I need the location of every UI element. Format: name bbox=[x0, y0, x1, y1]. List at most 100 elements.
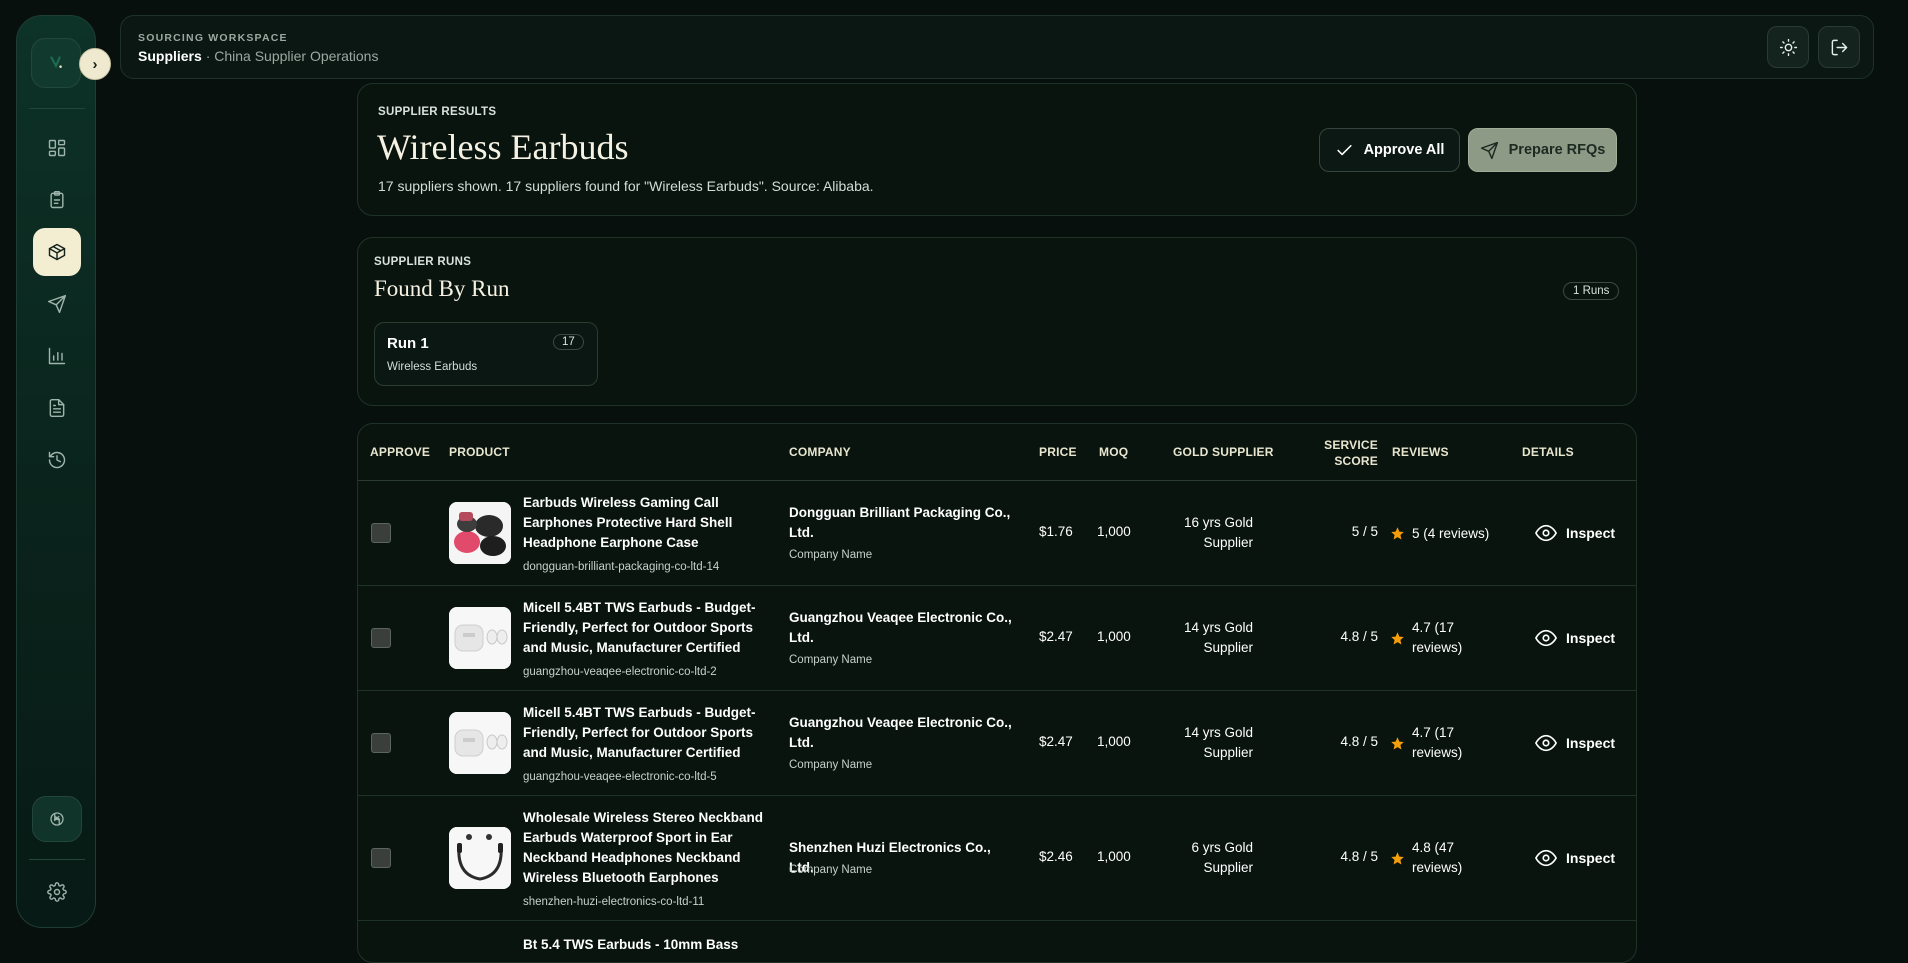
sun-icon bbox=[1779, 38, 1797, 56]
inspect-button[interactable]: Inspect bbox=[1535, 732, 1615, 754]
approve-all-button[interactable]: Approve All bbox=[1319, 128, 1460, 172]
th-moq: MOQ bbox=[1099, 445, 1129, 459]
product-name[interactable]: Micell 5.4BT TWS Earbuds - Budget-Friend… bbox=[523, 598, 763, 658]
runs-title: Found By Run bbox=[374, 276, 510, 301]
settings-button[interactable] bbox=[33, 868, 81, 916]
gold-supplier: 14 yrs Gold Supplier bbox=[1183, 620, 1253, 655]
th-service-line: SERVICE bbox=[1324, 438, 1378, 452]
suppliers-table: APPROVE PRODUCT COMPANY PRICE MOQ GOLD S… bbox=[357, 423, 1637, 963]
eye-icon bbox=[1535, 849, 1557, 867]
product-name[interactable]: Wholesale Wireless Stereo Neckband Earbu… bbox=[523, 808, 763, 888]
table-row: Bt 5.4 TWS Earbuds - 10mm Bass bbox=[358, 921, 1636, 962]
gear-icon bbox=[47, 882, 67, 902]
sidebar-item-suppliers[interactable] bbox=[33, 228, 81, 276]
approve-checkbox[interactable] bbox=[371, 523, 391, 543]
supplier-runs-card: SUPPLIER RUNS Found By Run 1 Runs Run 1 … bbox=[357, 237, 1637, 406]
th-price: PRICE bbox=[1039, 445, 1077, 459]
approve-checkbox[interactable] bbox=[371, 733, 391, 753]
product-thumbnail bbox=[449, 607, 511, 669]
product-thumbnail bbox=[449, 502, 511, 564]
sidebar-item-rfqs[interactable] bbox=[33, 280, 81, 328]
approve-checkbox[interactable] bbox=[371, 628, 391, 648]
sidebar-item-dashboard[interactable] bbox=[33, 124, 81, 172]
th-company: COMPANY bbox=[789, 445, 851, 459]
company-label: Company Name bbox=[789, 759, 873, 771]
sidebar-item-history[interactable] bbox=[33, 436, 81, 484]
service-score: 4.8 / 5 bbox=[1340, 734, 1378, 749]
table-row: Wholesale Wireless Stereo Neckband Earbu… bbox=[358, 796, 1636, 921]
inspect-label: Inspect bbox=[1566, 525, 1616, 541]
eye-icon bbox=[1535, 734, 1557, 752]
run-query: Wireless Earbuds bbox=[387, 361, 478, 373]
reviews: 4.8 (47 reviews) bbox=[1412, 840, 1463, 875]
product-thumbnail bbox=[449, 712, 511, 774]
company-label: Company Name bbox=[789, 549, 873, 561]
moq: 1,000 bbox=[1097, 629, 1131, 644]
company-name: Guangzhou Veaqee Electronic Co., Ltd. bbox=[789, 715, 1012, 750]
service-score: 4.8 / 5 bbox=[1340, 849, 1378, 864]
leaf-logo-icon[interactable] bbox=[31, 38, 81, 88]
sidebar-divider bbox=[29, 108, 85, 109]
theme-toggle-button[interactable] bbox=[1767, 26, 1809, 68]
inspect-button[interactable]: Inspect bbox=[1535, 522, 1615, 544]
sidebar-divider bbox=[29, 859, 85, 860]
inspect-label: Inspect bbox=[1566, 850, 1616, 866]
prepare-rfqs-label: Prepare RFQs bbox=[1508, 142, 1606, 158]
breadcrumb-subtitle: · China Supplier Operations bbox=[205, 48, 379, 64]
logout-icon bbox=[1831, 39, 1847, 55]
product-name[interactable]: Bt 5.4 TWS Earbuds - 10mm Bass bbox=[523, 935, 763, 955]
results-eyebrow: SUPPLIER RESULTS bbox=[378, 106, 497, 118]
send-icon bbox=[47, 294, 67, 314]
star-icon bbox=[1391, 852, 1404, 865]
service-score: 5 / 5 bbox=[1351, 524, 1378, 539]
top-bar: SOURCING WORKSPACE Suppliers · China Sup… bbox=[120, 15, 1874, 79]
th-score-line: SCORE bbox=[1334, 454, 1378, 468]
gold-supplier: 6 yrs Gold Supplier bbox=[1191, 840, 1253, 875]
price: $2.47 bbox=[1039, 734, 1073, 749]
assistant-button[interactable] bbox=[32, 796, 82, 842]
th-service-score: SERVICE SCORE bbox=[1318, 437, 1378, 469]
table-row: Micell 5.4BT TWS Earbuds - Budget-Friend… bbox=[358, 586, 1636, 691]
workspace-eyebrow: SOURCING WORKSPACE bbox=[138, 32, 288, 44]
prepare-rfqs-button[interactable]: Prepare RFQs bbox=[1468, 128, 1617, 172]
send-icon bbox=[1480, 141, 1498, 159]
sidebar-item-documents[interactable] bbox=[33, 384, 81, 432]
th-approve: APPROVE bbox=[370, 445, 431, 459]
th-reviews: REVIEWS bbox=[1392, 445, 1449, 459]
product-name[interactable]: Earbuds Wireless Gaming Call Earphones P… bbox=[523, 493, 763, 553]
supplier-results-card: SUPPLIER RESULTS Wireless Earbuds 17 sup… bbox=[357, 83, 1637, 216]
run-card[interactable]: Run 1 17 Wireless Earbuds bbox=[374, 322, 598, 386]
product-thumbnail bbox=[449, 827, 511, 889]
dashboard-icon bbox=[48, 139, 66, 157]
th-details: DETAILS bbox=[1522, 445, 1574, 459]
price: $2.47 bbox=[1039, 629, 1073, 644]
inspect-button[interactable]: Inspect bbox=[1535, 627, 1615, 649]
chevron-right-icon: › bbox=[92, 55, 98, 73]
breadcrumb: Suppliers · China Supplier Operations bbox=[138, 48, 378, 64]
company-name: Dongguan Brilliant Packaging Co., Ltd. bbox=[789, 505, 1011, 540]
document-icon bbox=[49, 398, 65, 418]
reviews: 4.7 (17 reviews) bbox=[1412, 620, 1463, 655]
eye-icon bbox=[1535, 629, 1557, 647]
company-label: Company Name bbox=[789, 654, 873, 666]
expand-sidebar-button[interactable]: › bbox=[79, 48, 111, 80]
product-slug: guangzhou-veaqee-electronic-co-ltd-2 bbox=[523, 666, 717, 678]
company-name: Guangzhou Veaqee Electronic Co., Ltd. bbox=[789, 610, 1012, 645]
clipboard-icon bbox=[50, 190, 64, 209]
moq: 1,000 bbox=[1097, 849, 1131, 864]
approve-all-label: Approve All bbox=[1363, 142, 1445, 158]
breadcrumb-section[interactable]: Suppliers bbox=[138, 48, 202, 64]
star-icon bbox=[1391, 527, 1404, 540]
moq: 1,000 bbox=[1097, 734, 1131, 749]
package-icon bbox=[48, 243, 66, 261]
sidebar-item-analytics[interactable] bbox=[33, 332, 81, 380]
service-score: 4.8 / 5 bbox=[1340, 629, 1378, 644]
product-slug: guangzhou-veaqee-electronic-co-ltd-5 bbox=[523, 771, 717, 783]
product-name[interactable]: Micell 5.4BT TWS Earbuds - Budget-Friend… bbox=[523, 703, 763, 763]
approve-checkbox[interactable] bbox=[371, 848, 391, 868]
runs-eyebrow: SUPPLIER RUNS bbox=[374, 256, 472, 268]
logout-button[interactable] bbox=[1818, 26, 1860, 68]
star-icon bbox=[1391, 632, 1404, 645]
sidebar-item-requests[interactable] bbox=[33, 176, 81, 224]
inspect-button[interactable]: Inspect bbox=[1535, 847, 1615, 869]
